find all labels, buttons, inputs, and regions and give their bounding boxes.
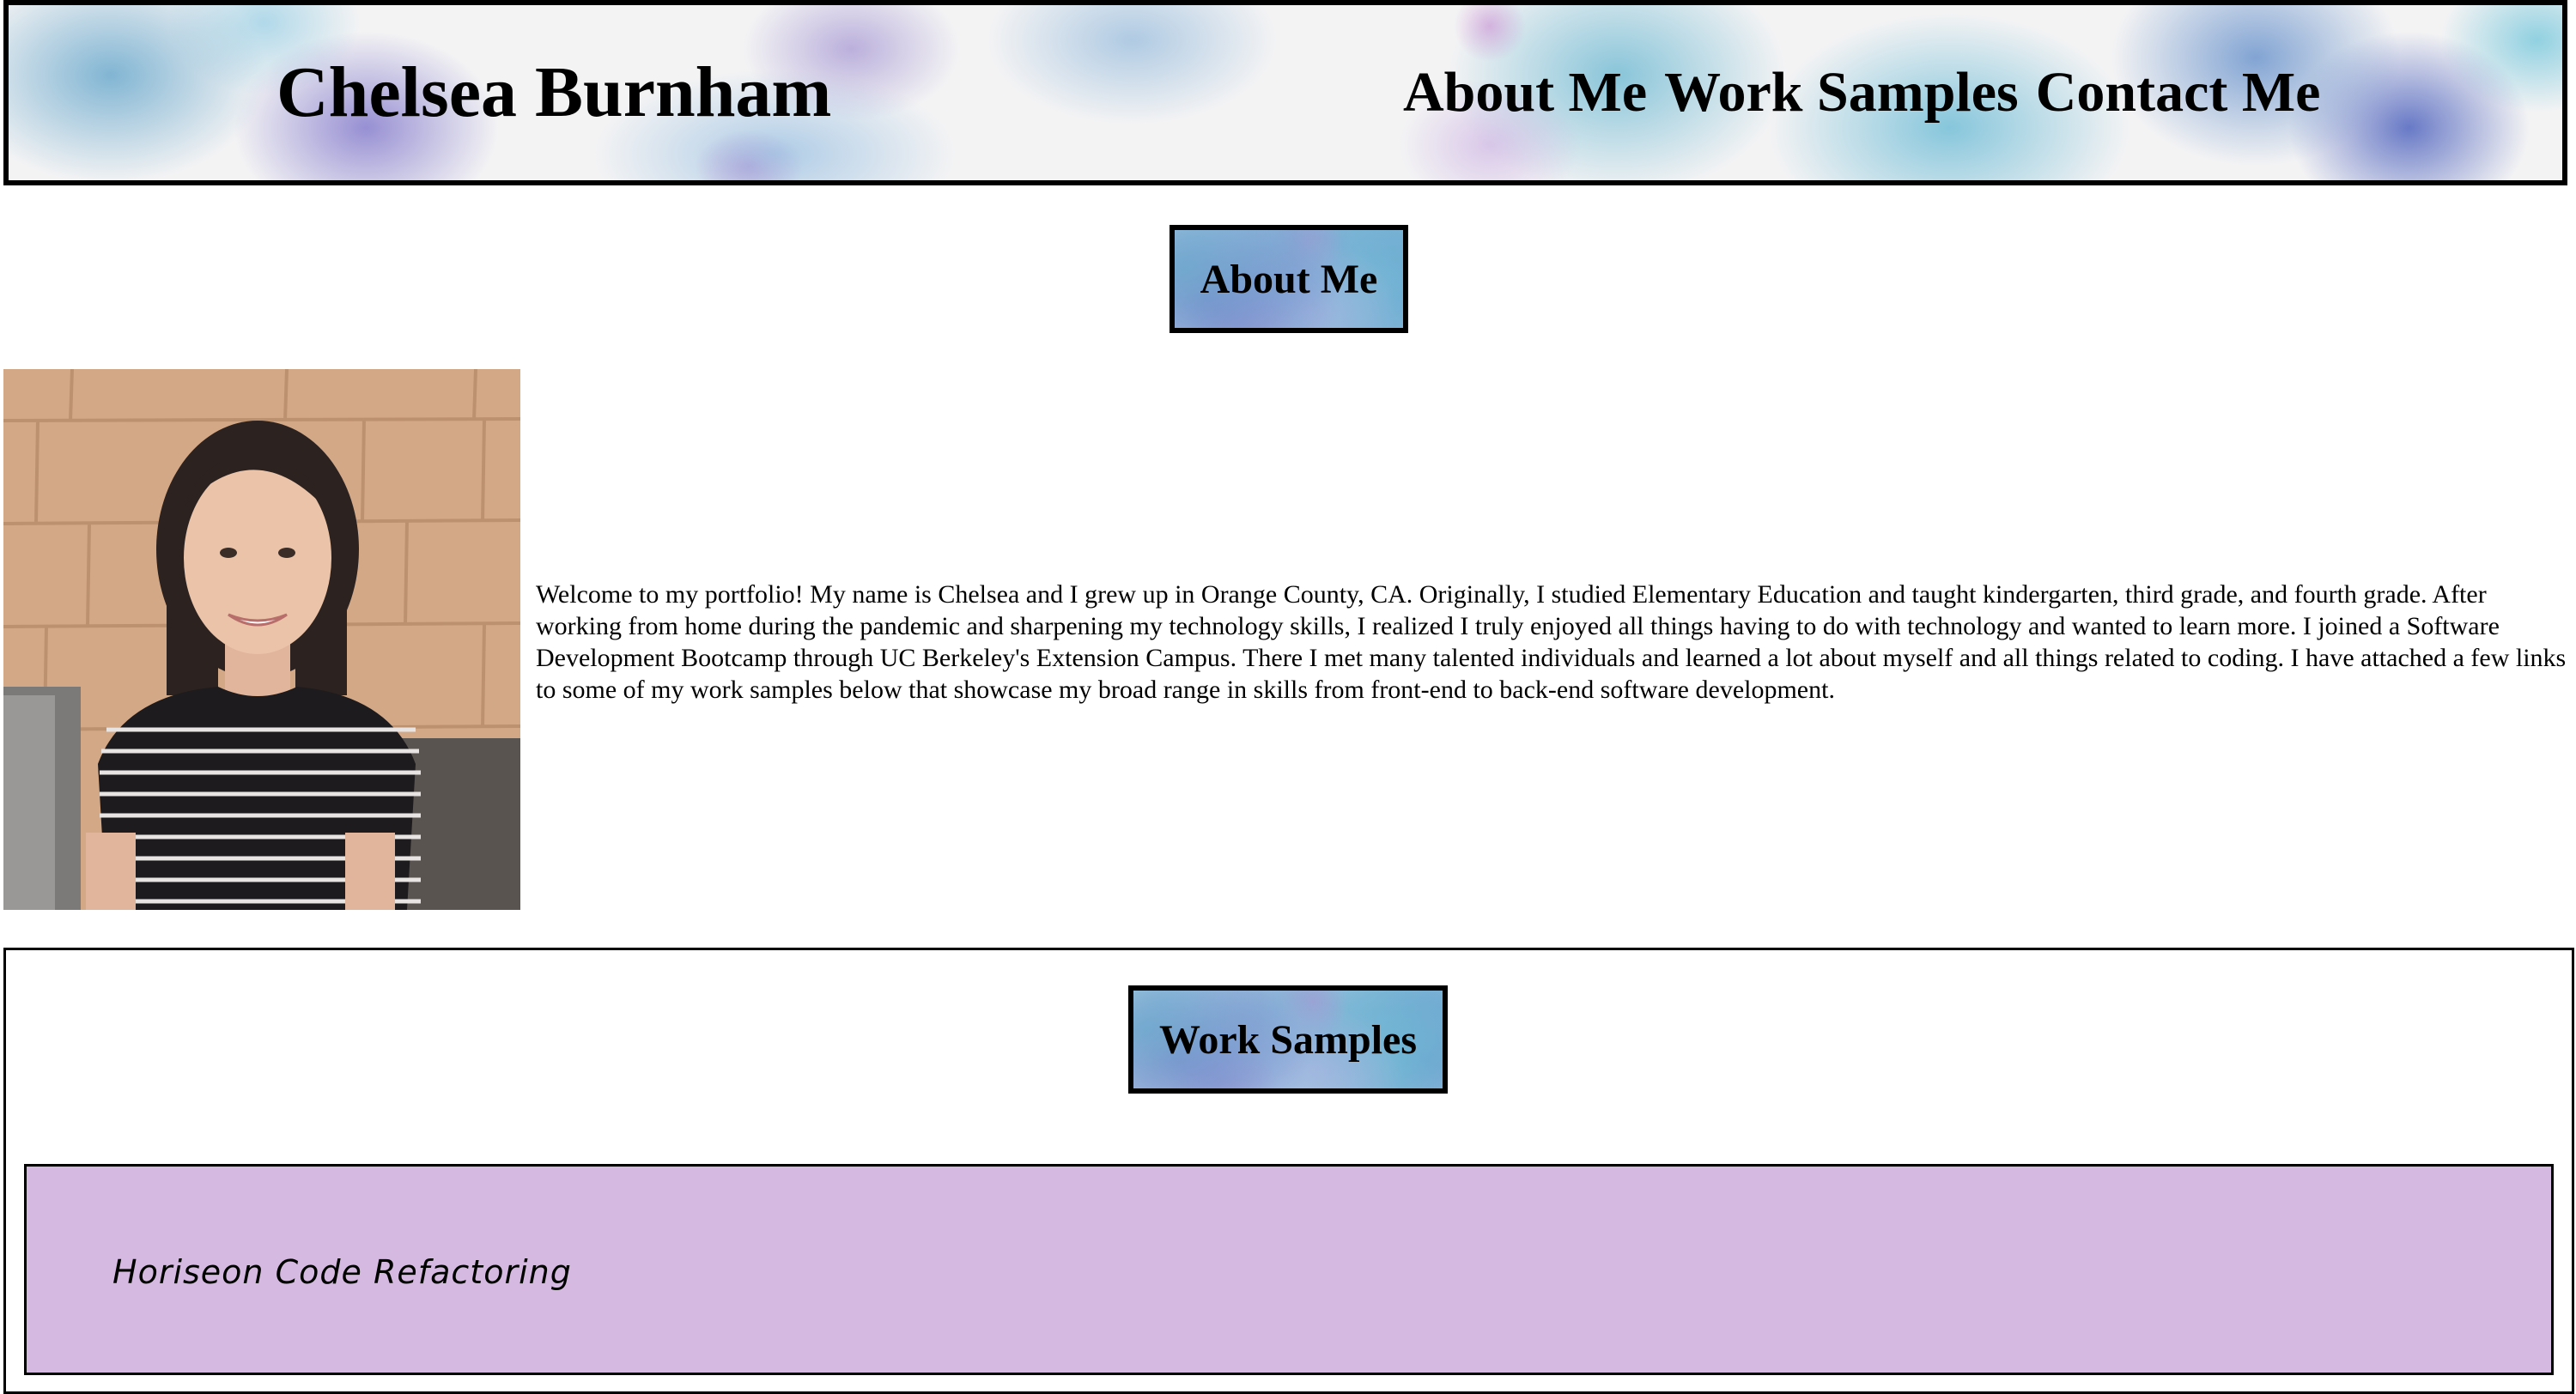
nav-contact-me-link[interactable]: Contact Me xyxy=(2036,58,2321,127)
work-sample-card[interactable]: Horiseon Code Refactoring xyxy=(24,1164,2554,1375)
main-nav: About Me Work Samples Contact Me xyxy=(1403,58,2320,127)
site-title: Chelsea Burnham xyxy=(276,52,832,132)
about-me-bio: Welcome to my portfolio! My name is Chel… xyxy=(536,580,2567,704)
site-header: Chelsea Burnham About Me Work Samples Co… xyxy=(3,0,2567,185)
about-me-heading: About Me xyxy=(1170,225,1408,333)
nav-about-me-link[interactable]: About Me xyxy=(1403,58,1647,127)
work-samples-heading: Work Samples xyxy=(1128,985,1448,1094)
nav-work-samples-link[interactable]: Work Samples xyxy=(1664,58,2019,127)
work-sample-title: Horiseon Code Refactoring xyxy=(112,1253,572,1291)
profile-photo xyxy=(3,369,520,910)
